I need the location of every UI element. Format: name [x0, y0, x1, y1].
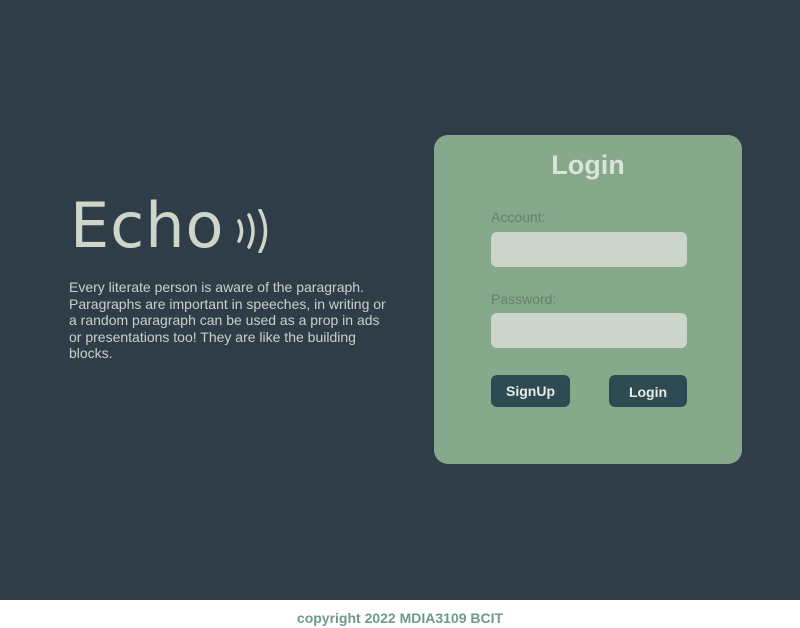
copyright-text: copyright 2022 MDIA3109 BCIT — [296, 610, 504, 626]
footer: copyright 2022 MDIA3109 BCIT — [0, 600, 800, 626]
signup-button[interactable]: SignUp — [491, 375, 570, 407]
login-button[interactable]: Login — [609, 375, 687, 407]
sound-waves-icon — [236, 209, 267, 253]
account-label: Account: — [491, 209, 546, 225]
brand: Echo — [70, 195, 275, 257]
password-input[interactable] — [491, 313, 687, 348]
login-card: Login Account: Password: SignUp Login — [434, 135, 742, 464]
logo-text: Echo — [70, 189, 225, 262]
intro-paragraph: Every literate person is aware of the pa… — [69, 279, 386, 361]
account-input[interactable] — [491, 232, 687, 267]
main-section: Echo Every literate person is aware of t… — [0, 0, 800, 600]
password-label: Password: — [491, 291, 557, 307]
login-title: Login — [551, 150, 625, 180]
